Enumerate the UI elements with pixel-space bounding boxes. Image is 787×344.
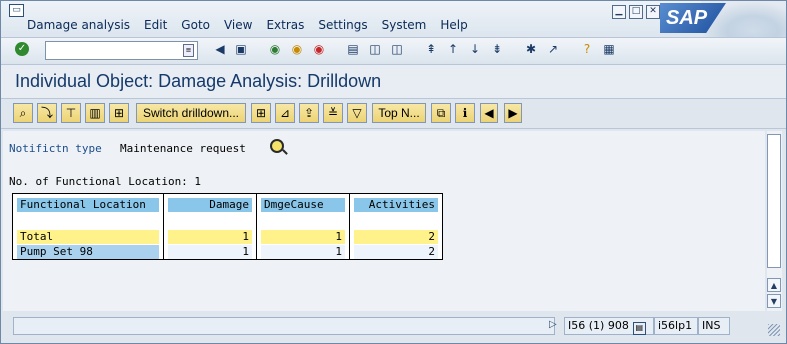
find-next-icon[interactable]: ◫: [389, 42, 405, 57]
header-damage[interactable]: Damage: [168, 198, 252, 212]
create-session-icon[interactable]: ✱: [523, 42, 539, 57]
standard-toolbar: ✓ ≡ ◀ ▣ ◉ ◉ ◉ ▤ ◫ ◫ ⇞ ↑ ↓ ⇟ ✱ ↗ ? ▦: [1, 37, 786, 65]
shortcut-icon[interactable]: ↗: [545, 42, 561, 57]
pump-set-damage-cause: 1: [261, 245, 345, 259]
pump-set-damage: 1: [168, 245, 252, 259]
total-damage: 1: [168, 230, 252, 244]
sap-window: ▭ Damage analysis Edit Goto View Extras …: [0, 0, 787, 344]
minimize-button[interactable]: ▁: [612, 5, 626, 19]
total-activities: 2: [354, 230, 438, 244]
column-activities: Activities 2 2: [350, 194, 442, 259]
page-title: Individual Object: Damage Analysis: Dril…: [15, 71, 382, 91]
command-field[interactable]: ≡: [45, 41, 198, 60]
help-icon[interactable]: ?: [579, 42, 595, 57]
row-total-label[interactable]: Total: [17, 230, 159, 244]
cancel-icon[interactable]: ◉: [311, 42, 327, 57]
print-icon[interactable]: ▤: [345, 42, 361, 57]
status-expand-icon[interactable]: ▷: [549, 319, 557, 330]
exit-icon[interactable]: ◉: [289, 42, 305, 57]
top-n-button[interactable]: Top N...: [372, 103, 426, 123]
menu-help[interactable]: Help: [440, 18, 467, 32]
header-damage-cause[interactable]: DmgeCause: [261, 198, 345, 212]
scroll-down-icon[interactable]: ▼: [767, 294, 781, 308]
notification-type-value: Maintenance request: [120, 142, 246, 155]
header-functional-location[interactable]: Functional Location: [17, 198, 159, 212]
graphic-icon[interactable]: ⊿: [275, 103, 295, 123]
menu-settings[interactable]: Settings: [318, 18, 367, 32]
back-triangle-icon[interactable]: ◀: [212, 42, 228, 57]
next-icon[interactable]: ▶: [504, 103, 522, 123]
export-icon[interactable]: ⇪: [299, 103, 319, 123]
pump-set-activities: 2: [354, 245, 438, 259]
vertical-scrollbar[interactable]: ▲ ▼: [767, 131, 782, 311]
system-menu-icon[interactable]: ▭: [9, 4, 24, 17]
tree-icon[interactable]: ⊞: [251, 103, 271, 123]
status-system[interactable]: I56 (1) 908 ▤: [564, 317, 654, 335]
system-info-icon[interactable]: ▤: [632, 322, 646, 335]
menu-damage-analysis[interactable]: Damage analysis: [27, 18, 130, 32]
menu-bar: ▭ Damage analysis Edit Goto View Extras …: [1, 1, 786, 61]
status-message: [13, 317, 555, 335]
status-server: i56lp1: [654, 317, 698, 335]
maximize-button[interactable]: □: [629, 5, 643, 19]
previous-page-icon[interactable]: ↑: [445, 42, 461, 57]
next-page-icon[interactable]: ↓: [467, 42, 483, 57]
magnifier-icon[interactable]: [270, 139, 284, 153]
column-functional-location: Functional Location Total Pump Set 98: [13, 194, 164, 259]
details-icon[interactable]: ⧉: [431, 103, 451, 123]
title-bar: Individual Object: Damage Analysis: Dril…: [1, 65, 786, 99]
filter-funnel-icon[interactable]: ▽: [347, 103, 367, 123]
choose-icon[interactable]: ⌕: [13, 103, 33, 123]
find-icon[interactable]: ◫: [367, 42, 383, 57]
sort-icon[interactable]: ≚: [323, 103, 343, 123]
drilldown-icon[interactable]: ⤵: [37, 103, 57, 123]
info-icon[interactable]: ℹ: [455, 103, 475, 123]
resize-grip[interactable]: [768, 324, 780, 336]
menu-extras[interactable]: Extras: [266, 18, 304, 32]
scroll-up-icon[interactable]: ▲: [767, 278, 781, 292]
filter-icon[interactable]: ⊤: [61, 103, 81, 123]
drilldown-table: Functional Location Total Pump Set 98 Da…: [12, 193, 443, 260]
menu: Damage analysis Edit Goto View Extras Se…: [27, 18, 482, 32]
hierarchy-icon[interactable]: ⊞: [109, 103, 129, 123]
notification-type-label: Notifictn type: [9, 142, 102, 155]
chart-icon[interactable]: ▥: [85, 103, 105, 123]
menu-goto[interactable]: Goto: [181, 18, 210, 32]
row-pump-set-label[interactable]: Pump Set 98: [17, 245, 159, 259]
column-damage: Damage 1 1: [164, 194, 257, 259]
status-mode[interactable]: INS: [698, 317, 730, 335]
previous-icon[interactable]: ◀: [480, 103, 498, 123]
close-button[interactable]: ✕: [646, 5, 660, 19]
application-toolbar: ⌕ ⤵ ⊤ ▥ ⊞ Switch drilldown... ⊞ ⊿ ⇪ ≚ ▽ …: [1, 99, 786, 129]
status-system-text: I56 (1) 908: [568, 319, 629, 332]
window-controls: ▁ □ ✕: [612, 5, 663, 19]
report-area: Notifictn type Maintenance request No. o…: [3, 131, 765, 311]
status-bar: ▷ I56 (1) 908 ▤ i56lp1 INS: [1, 314, 786, 343]
scroll-thumb[interactable]: [767, 134, 781, 268]
switch-drilldown-button[interactable]: Switch drilldown...: [136, 103, 246, 123]
menu-edit[interactable]: Edit: [144, 18, 167, 32]
enter-icon[interactable]: ✓: [15, 42, 29, 56]
menu-system[interactable]: System: [382, 18, 427, 32]
menu-view[interactable]: View: [224, 18, 252, 32]
header-activities[interactable]: Activities: [354, 198, 438, 212]
last-page-icon[interactable]: ⇟: [489, 42, 505, 57]
save-icon[interactable]: ▣: [233, 42, 249, 57]
back-icon[interactable]: ◉: [267, 42, 283, 57]
command-history-icon[interactable]: ≡: [183, 44, 194, 57]
functional-location-count: No. of Functional Location: 1: [9, 175, 202, 188]
column-damage-cause: DmgeCause 1 1: [257, 194, 350, 259]
total-damage-cause: 1: [261, 230, 345, 244]
first-page-icon[interactable]: ⇞: [423, 42, 439, 57]
layout-menu-icon[interactable]: ▦: [601, 42, 617, 57]
